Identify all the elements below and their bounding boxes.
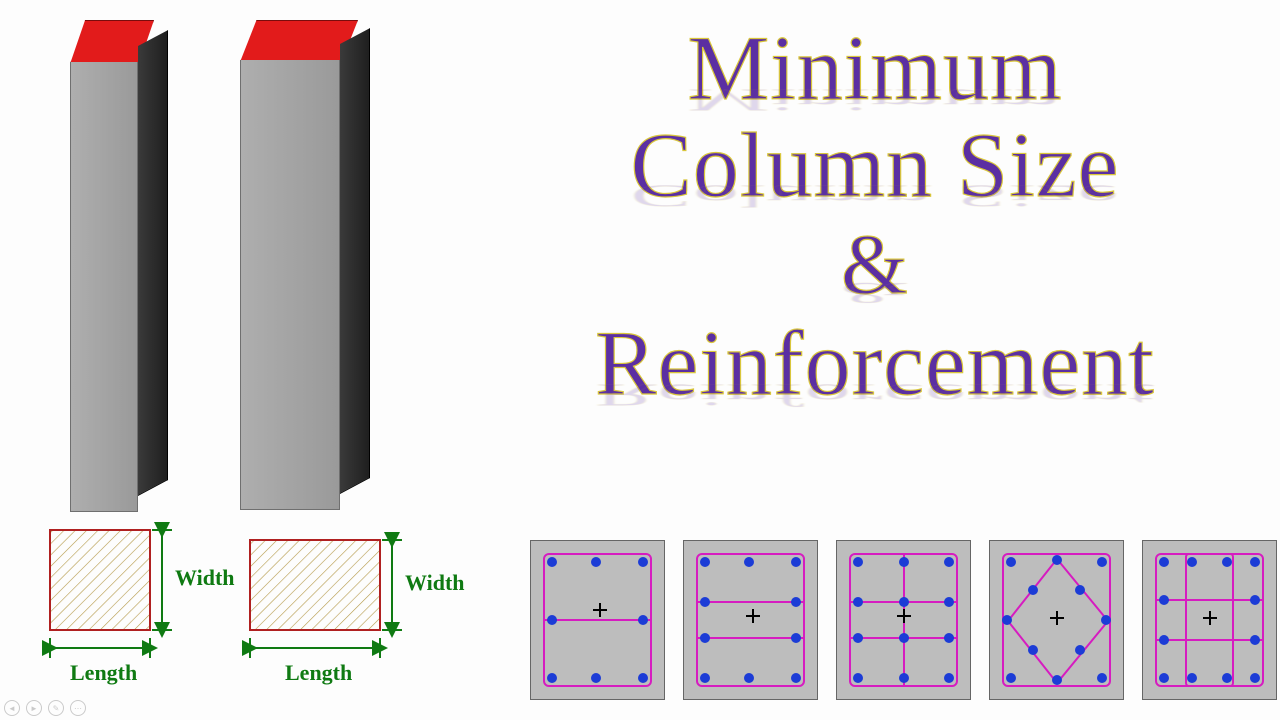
label-width: Width (175, 565, 235, 591)
section-2 (683, 540, 818, 700)
section-5 (1142, 540, 1277, 700)
prev-icon[interactable]: ◄ (4, 700, 20, 716)
column-front-face (240, 60, 340, 510)
headline-block: Minimum Column Size & Reinforcement (480, 20, 1270, 412)
headline-line-4: Reinforcement (480, 315, 1270, 412)
column-side-face (340, 28, 370, 494)
pen-icon[interactable]: ✎ (48, 700, 64, 716)
headline-line-3: & (480, 219, 1270, 309)
menu-icon[interactable]: ⋯ (70, 700, 86, 716)
label-width: Width (405, 570, 465, 596)
label-length: Length (285, 660, 352, 686)
section-3 (836, 540, 971, 700)
diagram-canvas: Width Length Width Length Minimum Column… (0, 0, 1280, 720)
section-4 (989, 540, 1124, 700)
column-front-face (70, 62, 138, 512)
label-length: Length (70, 660, 137, 686)
plan-section-square: Width Length (40, 520, 220, 690)
plan-section-rect: Width Length (240, 520, 450, 690)
column-side-face (138, 30, 168, 496)
reinforcement-sections (530, 540, 1277, 700)
section-1 (530, 540, 665, 700)
next-icon[interactable]: ► (26, 700, 42, 716)
headline-line-2: Column Size (480, 117, 1270, 214)
headline-line-1: Minimum (480, 20, 1270, 117)
presenter-nav: ◄ ► ✎ ⋯ (4, 700, 86, 716)
